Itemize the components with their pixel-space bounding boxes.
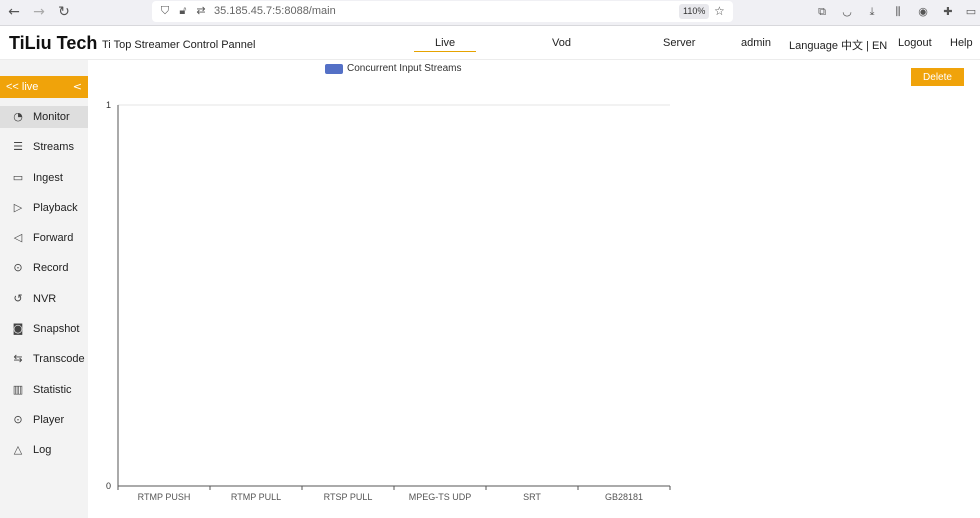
x-tick-label: RTSP PULL [324,492,373,502]
x-tick-label: RTMP PULL [231,492,281,502]
x-tick-label: SRT [523,492,541,502]
y-tick-label: 1 [106,100,111,110]
x-tick-label: MPEG-TS UDP [409,492,472,502]
y-tick-label: 0 [106,481,111,491]
x-tick-label: RTMP PUSH [138,492,191,502]
streams-bar-chart: 0 1 RTMP PUSH RTMP PULL RTSP PULL MPEG-TS UDP… [106,100,671,502]
x-tick-label: GB28181 [605,492,643,502]
